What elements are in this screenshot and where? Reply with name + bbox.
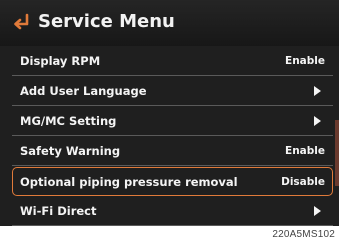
chevron-right-icon	[314, 86, 321, 96]
menu-item-value: Enable	[285, 55, 325, 67]
figure-caption: 220A5MS102	[272, 229, 335, 240]
menu-item-label: MG/MC Setting	[20, 114, 117, 128]
menu-item-label: Safety Warning	[20, 144, 121, 158]
service-menu-screen: Service Menu Display RPM Enable Add User…	[0, 0, 339, 226]
chevron-right-icon	[314, 206, 321, 216]
chevron-right-icon	[314, 116, 321, 126]
menu-list: Display RPM Enable Add User Language MG/…	[12, 46, 333, 226]
menu-item-label: Add User Language	[20, 84, 147, 98]
menu-item-wifi-direct[interactable]: Wi-Fi Direct	[12, 196, 333, 226]
scrollbar-indicator[interactable]	[335, 120, 339, 186]
page-title: Service Menu	[38, 11, 175, 32]
header-bar: Service Menu	[0, 0, 339, 46]
menu-item-label: Optional piping pressure removal	[20, 175, 238, 189]
menu-item-optional-piping-pressure-removal[interactable]: Optional piping pressure removal Disable	[12, 167, 333, 196]
menu-item-add-user-language[interactable]: Add User Language	[12, 76, 333, 106]
menu-item-display-rpm[interactable]: Display RPM Enable	[12, 46, 333, 76]
menu-item-label: Wi-Fi Direct	[20, 204, 97, 218]
back-arrow-icon[interactable]	[10, 12, 32, 34]
menu-item-value: Enable	[285, 145, 325, 157]
menu-item-value: Disable	[281, 176, 325, 188]
menu-item-label: Display RPM	[20, 54, 101, 68]
menu-item-mg-mc-setting[interactable]: MG/MC Setting	[12, 106, 333, 136]
menu-item-safety-warning[interactable]: Safety Warning Enable	[12, 136, 333, 166]
